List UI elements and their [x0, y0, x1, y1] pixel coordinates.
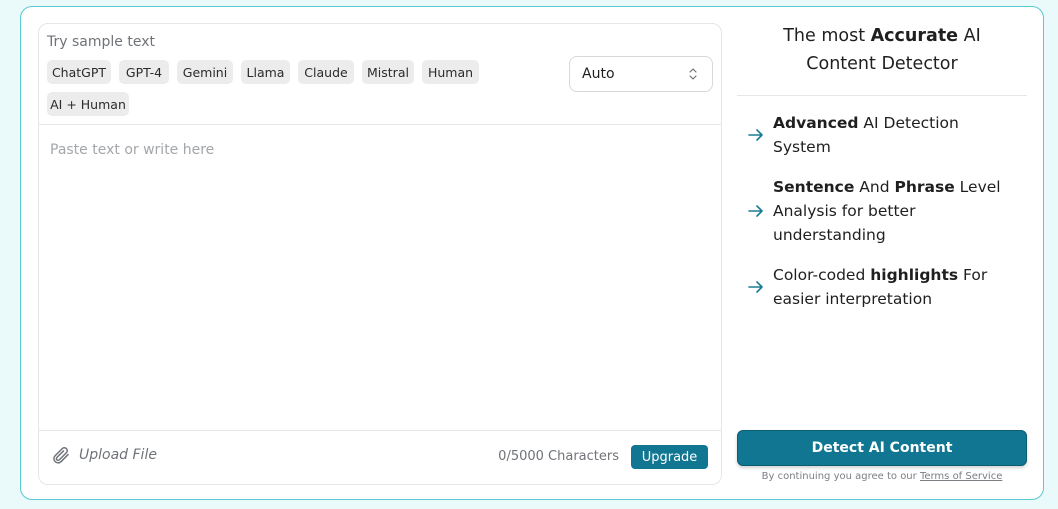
arrow-right-icon	[748, 129, 763, 141]
sample-chip-claude[interactable]: Claude	[298, 60, 354, 84]
feature-span: And	[854, 178, 895, 196]
feature-bold: highlights	[870, 266, 959, 284]
detector-card: Try sample text ChatGPT GPT-4 Gemini Lla…	[20, 6, 1044, 500]
input-footer: Upload File 0/5000 Characters Upgrade	[39, 430, 721, 484]
headline-line2: Content Detector	[806, 54, 958, 74]
paperclip-icon	[53, 447, 69, 464]
text-input[interactable]	[39, 126, 721, 431]
sample-title: Try sample text	[47, 34, 155, 50]
headline-prefix: The most	[783, 26, 871, 46]
upload-file-label: Upload File	[79, 447, 157, 463]
sample-chip-ai-human[interactable]: AI + Human	[47, 92, 129, 116]
sample-chip-human[interactable]: Human	[422, 60, 479, 84]
feature-bold: Phrase	[894, 178, 955, 196]
feature-item: Sentence And Phrase Level Analysis for b…	[747, 175, 1017, 247]
headline-suffix: AI	[958, 26, 981, 46]
feature-text: Sentence And Phrase Level Analysis for b…	[773, 175, 1017, 247]
upload-file-button[interactable]: Upload File	[51, 445, 157, 465]
arrow-right-icon	[748, 281, 763, 293]
character-count: 0/5000 Characters	[498, 449, 619, 464]
feature-bold: Sentence	[773, 178, 855, 196]
feature-bold: Advanced	[773, 114, 859, 132]
feature-text: Advanced AI Detection System	[773, 111, 1017, 159]
sample-chip-mistral[interactable]: Mistral	[362, 60, 414, 84]
arrow-right-icon	[748, 205, 763, 217]
input-card: Try sample text ChatGPT GPT-4 Gemini Lla…	[38, 23, 722, 485]
upgrade-button[interactable]: Upgrade	[631, 445, 708, 469]
divider	[737, 95, 1027, 96]
feature-span: Color-coded	[773, 266, 871, 284]
detect-ai-content-button[interactable]: Detect AI Content	[737, 430, 1027, 466]
mode-select[interactable]: Auto	[569, 56, 713, 92]
feature-item: Color-coded highlights For easier interp…	[747, 263, 1017, 311]
sample-chip-chatgpt[interactable]: ChatGPT	[47, 60, 111, 84]
mode-select-value: Auto	[582, 66, 615, 82]
terms-of-service-link[interactable]: Terms of Service	[920, 471, 1002, 482]
headline-bold: Accurate	[870, 26, 959, 46]
sample-text-bar: Try sample text ChatGPT GPT-4 Gemini Lla…	[39, 24, 721, 125]
feature-item: Advanced AI Detection System	[747, 111, 1017, 159]
sample-chip-llama[interactable]: Llama	[241, 60, 290, 84]
sample-chip-gpt4[interactable]: GPT-4	[119, 60, 169, 84]
headline: The most Accurate AI Content Detector	[737, 22, 1027, 78]
chevron-updown-icon	[689, 68, 697, 80]
terms-prefix: By continuing you agree to our	[761, 471, 920, 482]
terms-notice: By continuing you agree to our Terms of …	[737, 471, 1027, 482]
sample-chip-gemini[interactable]: Gemini	[177, 60, 233, 84]
info-panel: The most Accurate AI Content Detector Ad…	[737, 7, 1027, 501]
feature-text: Color-coded highlights For easier interp…	[773, 263, 1017, 311]
